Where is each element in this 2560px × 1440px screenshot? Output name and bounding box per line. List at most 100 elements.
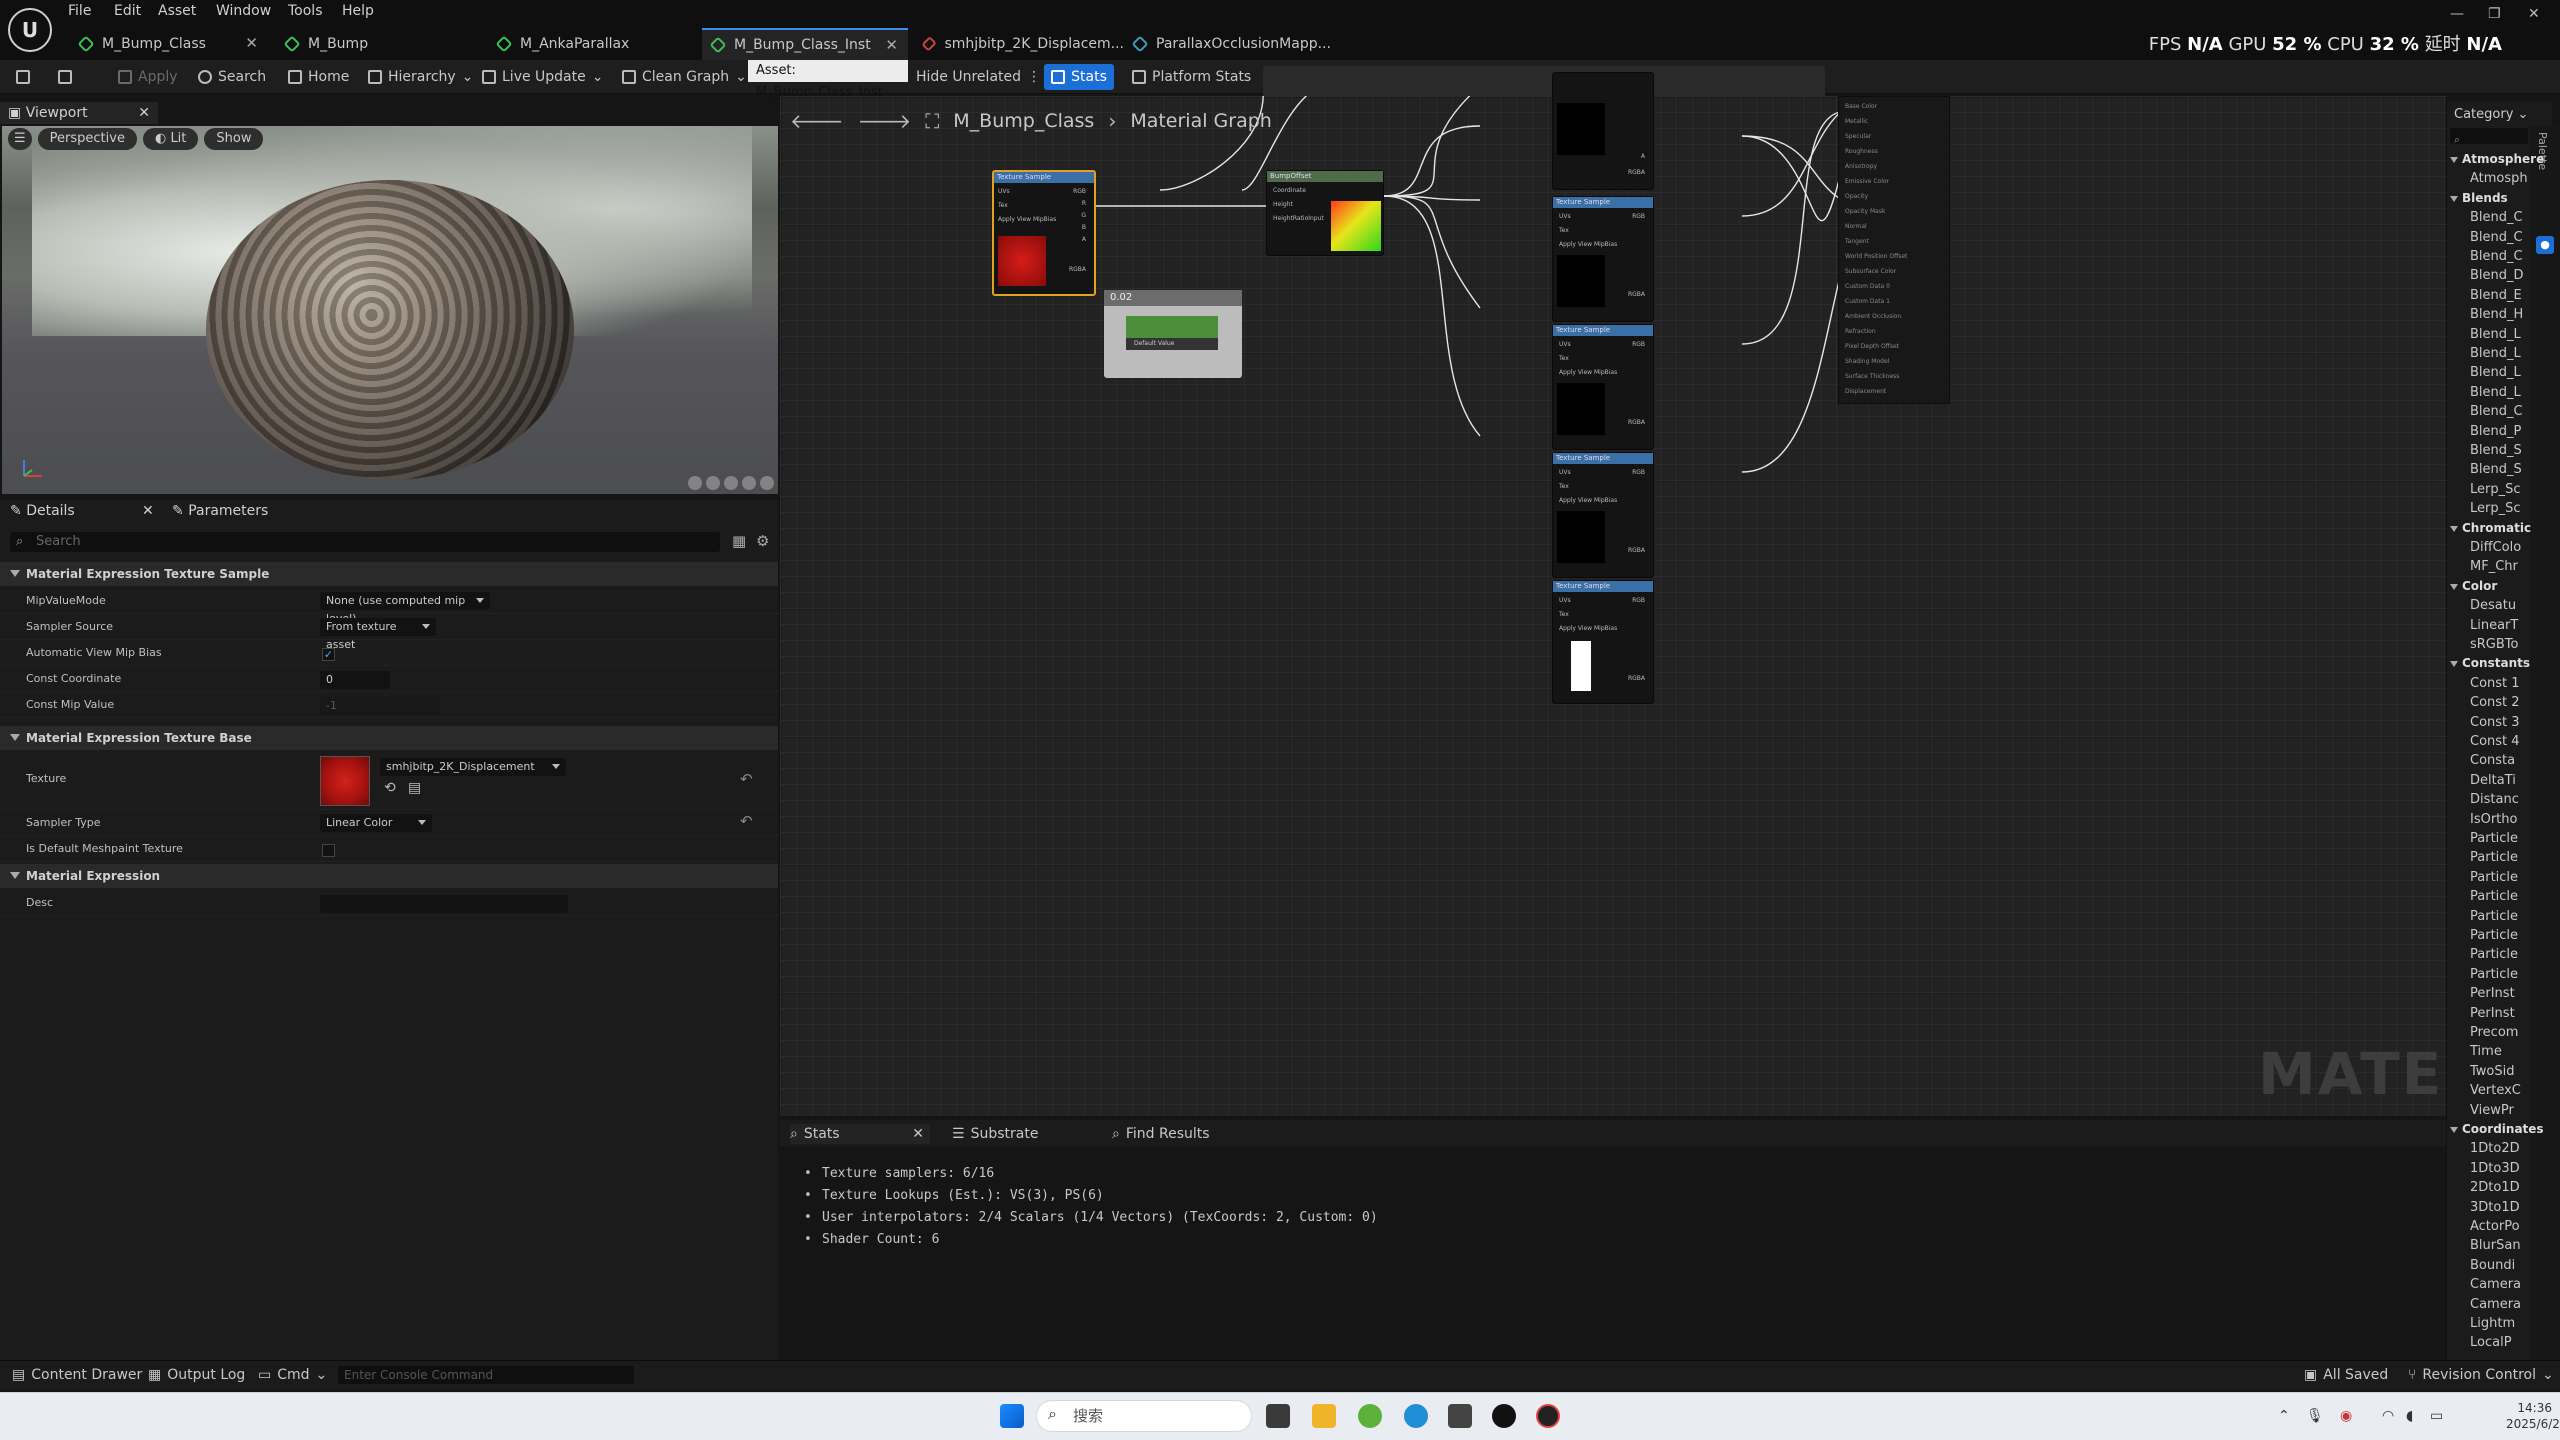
- palette-item[interactable]: MF_Chr: [2470, 559, 2546, 574]
- node-texture-sample[interactable]: Texture Sample UVs Tex Apply View MipBia…: [1552, 452, 1654, 578]
- pin-uvs[interactable]: UVs: [1559, 597, 1571, 604]
- windows-start-icon[interactable]: [1000, 1404, 1024, 1428]
- save-icon[interactable]: [16, 66, 30, 88]
- palette-item[interactable]: LocalP: [2470, 1335, 2546, 1350]
- file-explorer-icon[interactable]: [1312, 1404, 1336, 1428]
- palette-item[interactable]: Blend_C: [2470, 230, 2546, 245]
- search-button[interactable]: Search: [198, 66, 266, 88]
- tab-m-bump-class[interactable]: M_Bump_Class ✕: [70, 28, 268, 60]
- texture-thumbnail[interactable]: [320, 756, 370, 806]
- result-pin[interactable]: Opacity Mask: [1845, 208, 1885, 215]
- palette-item[interactable]: Blend_P: [2470, 424, 2546, 439]
- pin-rgba[interactable]: RGBA: [1628, 547, 1645, 554]
- all-saved-button[interactable]: ▣ All Saved: [2304, 1366, 2388, 1384]
- palette-item[interactable]: Particle: [2470, 909, 2546, 924]
- palette-item[interactable]: Blend_L: [2470, 365, 2546, 380]
- show-button[interactable]: Show: [204, 128, 264, 150]
- result-pin[interactable]: Normal: [1845, 223, 1867, 230]
- pin-rgb[interactable]: RGB: [1632, 469, 1645, 476]
- close-icon[interactable]: ✕: [885, 36, 898, 54]
- pin-rgba[interactable]: RGBA: [1628, 675, 1645, 682]
- palette-item[interactable]: Distanc: [2470, 792, 2546, 807]
- sampler-type-dropdown[interactable]: Linear Color: [320, 814, 432, 832]
- result-pin[interactable]: Custom Data 1: [1845, 298, 1890, 305]
- palette-item[interactable]: sRGBTo: [2470, 637, 2546, 652]
- unreal-logo[interactable]: U: [8, 8, 52, 52]
- preview-shape-icons[interactable]: [688, 476, 774, 490]
- close-icon[interactable]: ✕: [142, 500, 154, 522]
- palette-item[interactable]: LinearT: [2470, 618, 2546, 633]
- palette-item[interactable]: Blend_H: [2470, 307, 2546, 322]
- pin-rgb[interactable]: RGB: [1632, 597, 1645, 604]
- settings-gear-icon[interactable]: ⚙: [756, 532, 769, 550]
- app-icon[interactable]: [1358, 1404, 1382, 1428]
- find-results-tab[interactable]: ⌕ Find Results: [1112, 1124, 1210, 1144]
- result-pin[interactable]: Emissive Color: [1845, 178, 1889, 185]
- back-arrow-icon[interactable]: 🡐: [790, 109, 844, 133]
- palette-item[interactable]: Boundi: [2470, 1258, 2546, 1273]
- breadcrumb-leaf[interactable]: Material Graph: [1130, 110, 1272, 132]
- palette-item[interactable]: BlurSan: [2470, 1238, 2546, 1253]
- edge-browser-icon[interactable]: [1404, 1404, 1428, 1428]
- result-pin[interactable]: Anisotropy: [1845, 163, 1877, 170]
- pin-tex[interactable]: Tex: [998, 202, 1008, 209]
- palette-item[interactable]: Camera: [2470, 1277, 2546, 1292]
- browse-folder-icon[interactable]: ▤: [408, 780, 421, 796]
- result-pin[interactable]: World Position Offset: [1845, 253, 1907, 260]
- palette-item[interactable]: TwoSid: [2470, 1064, 2546, 1079]
- palette-item[interactable]: Particle: [2470, 947, 2546, 962]
- palette-category-dropdown[interactable]: Category ⌄: [2446, 104, 2552, 126]
- browse-icon[interactable]: [58, 66, 72, 88]
- const-coordinate-input[interactable]: 0: [320, 671, 390, 689]
- palette-category[interactable]: Color: [2450, 579, 2546, 593]
- palette-item[interactable]: DeltaTi: [2470, 773, 2546, 788]
- palette-category[interactable]: Blends: [2450, 191, 2546, 205]
- palette-item[interactable]: Particle: [2470, 889, 2546, 904]
- perspective-button[interactable]: Perspective: [37, 128, 137, 150]
- grid-view-icon[interactable]: ▦: [732, 532, 746, 550]
- task-view-icon[interactable]: [1266, 1404, 1290, 1428]
- output-log-button[interactable]: ▦ Output Log: [148, 1366, 245, 1384]
- hide-unrelated-button[interactable]: Hide Unrelated ⋮: [916, 66, 1041, 88]
- pin-uvs[interactable]: UVs: [1559, 469, 1571, 476]
- node-texture-sample[interactable]: Texture Sample UVs Tex Apply View MipBia…: [1552, 196, 1654, 322]
- menu-edit[interactable]: Edit: [114, 0, 141, 22]
- palette-item[interactable]: ActorPo: [2470, 1219, 2546, 1234]
- node-material-result[interactable]: Base Color Metallic Specular Roughness Aniso…: [1838, 96, 1950, 404]
- stats-button[interactable]: Stats: [1044, 64, 1114, 90]
- home-button[interactable]: Home: [288, 66, 349, 88]
- menu-asset[interactable]: Asset: [158, 0, 196, 22]
- pin-tex[interactable]: Tex: [1559, 227, 1569, 234]
- palette-category[interactable]: Chromatic: [2450, 521, 2546, 535]
- breadcrumb-root[interactable]: M_Bump_Class: [953, 110, 1094, 132]
- result-pin[interactable]: Displacement: [1845, 388, 1886, 395]
- pin-b[interactable]: B: [1082, 224, 1086, 231]
- tray-chevron-icon[interactable]: ⌃: [2278, 1408, 2290, 1424]
- palette-item[interactable]: Particle: [2470, 831, 2546, 846]
- node-texture-sample[interactable]: Texture Sample UVs Tex Apply View MipBia…: [1552, 324, 1654, 450]
- palette-item[interactable]: 3Dto1D: [2470, 1200, 2546, 1215]
- pin-mip[interactable]: Apply View MipBias: [1559, 241, 1617, 248]
- palette-item[interactable]: Particle: [2470, 967, 2546, 982]
- result-pin[interactable]: Shading Model: [1845, 358, 1889, 365]
- pin-mip[interactable]: Apply View MipBias: [1559, 369, 1617, 376]
- result-pin[interactable]: Ambient Occlusion: [1845, 313, 1901, 320]
- use-selected-icon[interactable]: ⟲: [384, 780, 396, 796]
- pin-r[interactable]: R: [1082, 200, 1086, 207]
- details-search-input[interactable]: Search: [10, 532, 720, 552]
- result-pin[interactable]: Refraction: [1845, 328, 1876, 335]
- menu-help[interactable]: Help: [342, 0, 374, 22]
- palette-category[interactable]: Constants: [2450, 656, 2546, 670]
- palette-item[interactable]: PerInst: [2470, 986, 2546, 1001]
- pin-height[interactable]: Height: [1273, 201, 1293, 208]
- hierarchy-button[interactable]: Hierarchy ⌄: [368, 66, 473, 88]
- mip-value-mode-dropdown[interactable]: None (use computed mip level): [320, 592, 490, 625]
- unreal-engine-icon[interactable]: [1492, 1404, 1516, 1428]
- close-icon[interactable]: ✕: [912, 1126, 924, 1142]
- wifi-icon[interactable]: ◠: [2382, 1408, 2394, 1424]
- tab-m-bump[interactable]: M_Bump: [276, 28, 476, 60]
- palette-item[interactable]: Lerp_Sc: [2470, 482, 2546, 497]
- result-pin[interactable]: Pixel Depth Offset: [1845, 343, 1899, 350]
- pin-rgba[interactable]: RGBA: [1628, 419, 1645, 426]
- battery-icon[interactable]: ▭: [2430, 1408, 2443, 1424]
